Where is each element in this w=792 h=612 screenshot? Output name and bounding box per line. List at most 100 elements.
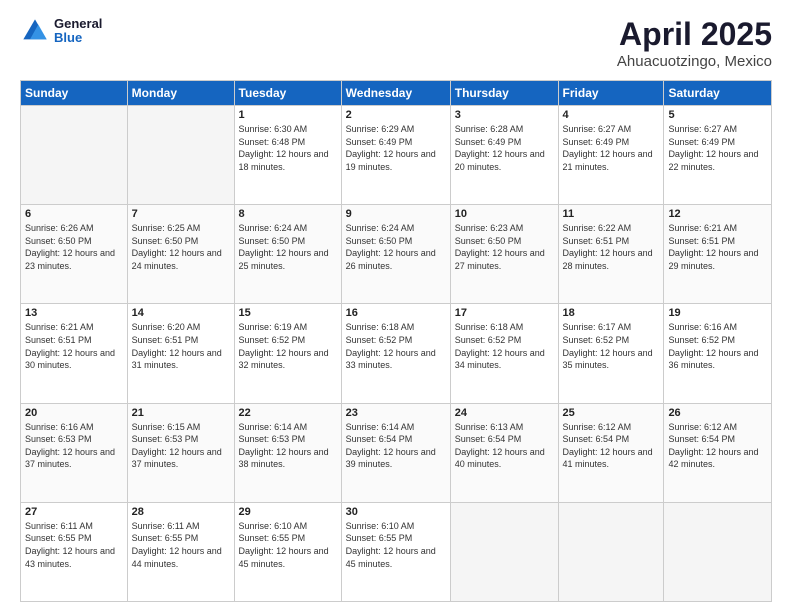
table-row: 19 Sunrise: 6:16 AMSunset: 6:52 PMDayligh… <box>664 304 772 403</box>
table-row: 6 Sunrise: 6:26 AMSunset: 6:50 PMDaylight… <box>21 205 128 304</box>
day-info: Sunrise: 6:11 AMSunset: 6:55 PMDaylight:… <box>132 520 230 570</box>
table-row: 2 Sunrise: 6:29 AMSunset: 6:49 PMDaylight… <box>341 106 450 205</box>
col-friday: Friday <box>558 81 664 106</box>
table-row: 12 Sunrise: 6:21 AMSunset: 6:51 PMDayligh… <box>664 205 772 304</box>
day-info: Sunrise: 6:24 AMSunset: 6:50 PMDaylight:… <box>346 222 446 272</box>
table-row: 21Sunrise: 6:15 AMSunset: 6:53 PMDayligh… <box>127 403 234 502</box>
table-row: 29 Sunrise: 6:10 AMSunset: 6:55 PMDayligh… <box>234 502 341 601</box>
day-number: 15 <box>239 307 337 319</box>
day-number: 16 <box>346 307 446 319</box>
table-row <box>664 502 772 601</box>
calendar-week-row: 1 Sunrise: 6:30 AMSunset: 6:48 PMDaylight… <box>21 106 772 205</box>
day-info: Sunrise: 6:21 AMSunset: 6:51 PMDaylight:… <box>25 321 123 371</box>
calendar-week-row: 6 Sunrise: 6:26 AMSunset: 6:50 PMDaylight… <box>21 205 772 304</box>
col-saturday: Saturday <box>664 81 772 106</box>
calendar-week-row: 27 Sunrise: 6:11 AMSunset: 6:55 PMDayligh… <box>21 502 772 601</box>
day-number: 26 <box>668 407 767 419</box>
table-row: 28Sunrise: 6:11 AMSunset: 6:55 PMDayligh… <box>127 502 234 601</box>
day-info: Sunrise: 6:17 AMSunset: 6:52 PMDaylight:… <box>563 321 660 371</box>
day-info: Sunrise: 6:24 AMSunset: 6:50 PMDaylight:… <box>239 222 337 272</box>
day-info: Sunrise: 6:16 AMSunset: 6:53 PMDaylight:… <box>25 421 123 471</box>
day-number: 6 <box>25 208 123 220</box>
table-row: 1 Sunrise: 6:30 AMSunset: 6:48 PMDaylight… <box>234 106 341 205</box>
calendar-table: Sunday Monday Tuesday Wednesday Thursday… <box>20 80 772 602</box>
day-number: 12 <box>668 208 767 220</box>
day-number: 30 <box>346 506 446 518</box>
day-info: Sunrise: 6:27 AMSunset: 6:49 PMDaylight:… <box>668 123 767 173</box>
day-info: Sunrise: 6:14 AMSunset: 6:54 PMDaylight:… <box>346 421 446 471</box>
day-info: Sunrise: 6:28 AMSunset: 6:49 PMDaylight:… <box>455 123 554 173</box>
table-row: 17Sunrise: 6:18 AMSunset: 6:52 PMDayligh… <box>450 304 558 403</box>
day-info: Sunrise: 6:18 AMSunset: 6:52 PMDaylight:… <box>346 321 446 371</box>
day-number: 20 <box>25 407 123 419</box>
header: General Blue April 2025 Ahuacuotzingo, M… <box>20 16 772 70</box>
table-row: 26Sunrise: 6:12 AMSunset: 6:54 PMDayligh… <box>664 403 772 502</box>
day-number: 1 <box>239 109 337 121</box>
calendar-week-row: 13Sunrise: 6:21 AMSunset: 6:51 PMDayligh… <box>21 304 772 403</box>
day-number: 9 <box>346 208 446 220</box>
calendar-subtitle: Ahuacuotzingo, Mexico <box>617 53 772 70</box>
day-info: Sunrise: 6:16 AMSunset: 6:52 PMDaylight:… <box>668 321 767 371</box>
logo-icon <box>20 16 50 46</box>
day-number: 29 <box>239 506 337 518</box>
table-row: 7 Sunrise: 6:25 AMSunset: 6:50 PMDaylight… <box>127 205 234 304</box>
table-row: 9 Sunrise: 6:24 AMSunset: 6:50 PMDaylight… <box>341 205 450 304</box>
calendar-week-row: 20 Sunrise: 6:16 AMSunset: 6:53 PMDayligh… <box>21 403 772 502</box>
table-row: 18 Sunrise: 6:17 AMSunset: 6:52 PMDayligh… <box>558 304 664 403</box>
col-wednesday: Wednesday <box>341 81 450 106</box>
page: General Blue April 2025 Ahuacuotzingo, M… <box>0 0 792 612</box>
table-row: 14 Sunrise: 6:20 AMSunset: 6:51 PMDayligh… <box>127 304 234 403</box>
day-info: Sunrise: 6:18 AMSunset: 6:52 PMDaylight:… <box>455 321 554 371</box>
logo: General Blue <box>20 16 102 46</box>
day-number: 5 <box>668 109 767 121</box>
logo-text: General Blue <box>54 17 102 46</box>
table-row: 4Sunrise: 6:27 AMSunset: 6:49 PMDaylight… <box>558 106 664 205</box>
day-number: 11 <box>563 208 660 220</box>
day-info: Sunrise: 6:23 AMSunset: 6:50 PMDaylight:… <box>455 222 554 272</box>
table-row <box>558 502 664 601</box>
table-row: 25 Sunrise: 6:12 AMSunset: 6:54 PMDayligh… <box>558 403 664 502</box>
day-number: 3 <box>455 109 554 121</box>
day-info: Sunrise: 6:30 AMSunset: 6:48 PMDaylight:… <box>239 123 337 173</box>
table-row: 27 Sunrise: 6:11 AMSunset: 6:55 PMDayligh… <box>21 502 128 601</box>
day-number: 7 <box>132 208 230 220</box>
table-row: 5 Sunrise: 6:27 AMSunset: 6:49 PMDaylight… <box>664 106 772 205</box>
table-row: 30Sunrise: 6:10 AMSunset: 6:55 PMDayligh… <box>341 502 450 601</box>
day-info: Sunrise: 6:29 AMSunset: 6:49 PMDaylight:… <box>346 123 446 173</box>
table-row: 24Sunrise: 6:13 AMSunset: 6:54 PMDayligh… <box>450 403 558 502</box>
table-row <box>127 106 234 205</box>
day-info: Sunrise: 6:21 AMSunset: 6:51 PMDaylight:… <box>668 222 767 272</box>
day-number: 19 <box>668 307 767 319</box>
day-number: 10 <box>455 208 554 220</box>
calendar-header-row: Sunday Monday Tuesday Wednesday Thursday… <box>21 81 772 106</box>
table-row: 3 Sunrise: 6:28 AMSunset: 6:49 PMDaylight… <box>450 106 558 205</box>
table-row: 15Sunrise: 6:19 AMSunset: 6:52 PMDayligh… <box>234 304 341 403</box>
table-row: 22Sunrise: 6:14 AMSunset: 6:53 PMDayligh… <box>234 403 341 502</box>
table-row: 20 Sunrise: 6:16 AMSunset: 6:53 PMDayligh… <box>21 403 128 502</box>
col-monday: Monday <box>127 81 234 106</box>
day-info: Sunrise: 6:22 AMSunset: 6:51 PMDaylight:… <box>563 222 660 272</box>
day-info: Sunrise: 6:20 AMSunset: 6:51 PMDaylight:… <box>132 321 230 371</box>
col-thursday: Thursday <box>450 81 558 106</box>
day-info: Sunrise: 6:26 AMSunset: 6:50 PMDaylight:… <box>25 222 123 272</box>
day-number: 23 <box>346 407 446 419</box>
title-block: April 2025 Ahuacuotzingo, Mexico <box>617 16 772 70</box>
table-row: 11 Sunrise: 6:22 AMSunset: 6:51 PMDayligh… <box>558 205 664 304</box>
table-row: 16 Sunrise: 6:18 AMSunset: 6:52 PMDayligh… <box>341 304 450 403</box>
day-info: Sunrise: 6:11 AMSunset: 6:55 PMDaylight:… <box>25 520 123 570</box>
day-info: Sunrise: 6:13 AMSunset: 6:54 PMDaylight:… <box>455 421 554 471</box>
day-number: 14 <box>132 307 230 319</box>
col-sunday: Sunday <box>21 81 128 106</box>
day-number: 27 <box>25 506 123 518</box>
table-row: 23 Sunrise: 6:14 AMSunset: 6:54 PMDayligh… <box>341 403 450 502</box>
day-number: 2 <box>346 109 446 121</box>
day-number: 25 <box>563 407 660 419</box>
logo-blue: Blue <box>54 31 102 45</box>
day-number: 18 <box>563 307 660 319</box>
day-info: Sunrise: 6:10 AMSunset: 6:55 PMDaylight:… <box>239 520 337 570</box>
table-row: 13Sunrise: 6:21 AMSunset: 6:51 PMDayligh… <box>21 304 128 403</box>
day-info: Sunrise: 6:12 AMSunset: 6:54 PMDaylight:… <box>563 421 660 471</box>
table-row: 8Sunrise: 6:24 AMSunset: 6:50 PMDaylight… <box>234 205 341 304</box>
day-number: 22 <box>239 407 337 419</box>
day-info: Sunrise: 6:25 AMSunset: 6:50 PMDaylight:… <box>132 222 230 272</box>
